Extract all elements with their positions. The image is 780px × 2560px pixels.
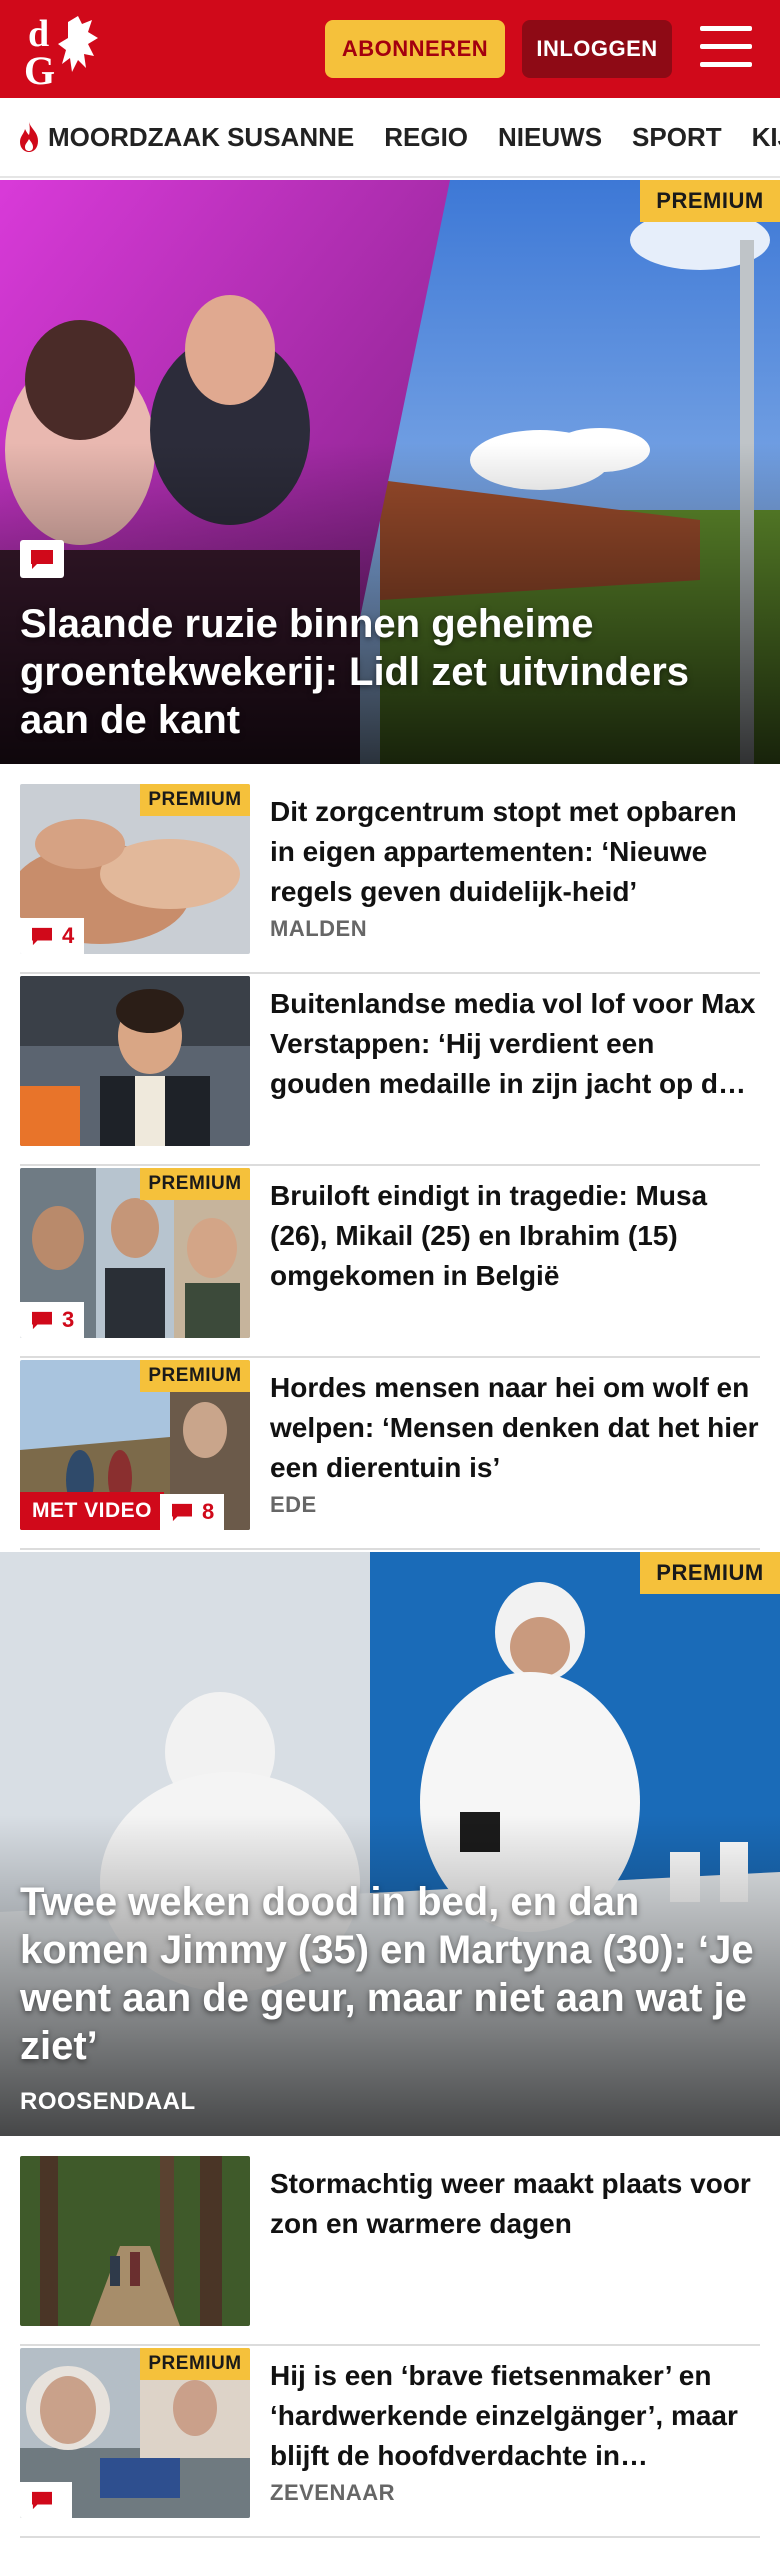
- list-item[interactable]: PREMIUM 4 Dit zorgcentrum stopt met opba…: [20, 784, 760, 974]
- nav-label: MOORDZAAK SUSANNE: [48, 121, 355, 152]
- comment-count-badge[interactable]: 4: [20, 918, 85, 954]
- article-thumbnail: PREMIUM MET VIDEO 8: [20, 1360, 250, 1530]
- dg-logo[interactable]: d G: [22, 10, 112, 93]
- nav-item-kijk[interactable]: KIJK: [752, 122, 780, 153]
- list-item[interactable]: PREMIUM Hij is een ‘brave fietsenmaker’ …: [20, 2348, 760, 2538]
- flame-icon: [20, 122, 38, 152]
- hero-title[interactable]: Slaande ruzie binnen geheime groentekwek…: [20, 600, 760, 744]
- premium-badge: PREMIUM: [640, 1552, 780, 1594]
- article-thumbnail: PREMIUM 4: [20, 784, 250, 954]
- comment-icon: [32, 927, 52, 946]
- premium-badge: PREMIUM: [140, 784, 250, 816]
- article-title[interactable]: Buitenlandse media vol lof voor Max Vers…: [270, 984, 760, 1104]
- nav-item-sport[interactable]: SPORT: [632, 122, 722, 153]
- section-nav: MOORDZAAK SUSANNE REGIO NIEUWS SPORT KIJ…: [0, 98, 780, 178]
- comment-icon: [172, 1503, 192, 1522]
- comment-icon-badge[interactable]: [20, 2482, 72, 2518]
- article-thumbnail: PREMIUM: [20, 2348, 250, 2518]
- comment-icon: [32, 1311, 52, 1330]
- premium-badge: PREMIUM: [140, 1360, 250, 1392]
- article-location: ROOSENDAAL: [20, 2088, 196, 2115]
- comment-count: 8: [202, 1499, 215, 1524]
- nav-item-nieuws[interactable]: NIEUWS: [498, 122, 602, 153]
- comment-count-badge[interactable]: 3: [20, 1302, 85, 1338]
- menu-icon[interactable]: [700, 26, 752, 70]
- article-title[interactable]: Hordes mensen naar hei om wolf en welpen…: [270, 1368, 760, 1488]
- premium-badge: PREMIUM: [640, 180, 780, 222]
- hero-article-2[interactable]: PREMIUM Twee weken dood in bed, en dan k…: [0, 1552, 780, 2136]
- list-item[interactable]: PREMIUM 3 Bruiloft eindigt in tragedie: …: [20, 1168, 760, 1358]
- login-button[interactable]: INLOGGEN: [522, 20, 672, 78]
- article-location: ZEVENAAR: [270, 2480, 396, 2505]
- comment-count: 3: [62, 1307, 75, 1332]
- hero-article-1[interactable]: PREMIUM Slaande ruzie binnen geheime gro…: [0, 180, 780, 764]
- list-item[interactable]: Buitenlandse media vol lof voor Max Vers…: [20, 976, 760, 1166]
- article-thumbnail: [20, 976, 250, 1146]
- list-item[interactable]: Stormachtig weer maakt plaats voor zon e…: [20, 2156, 760, 2346]
- premium-badge: PREMIUM: [140, 1168, 250, 1200]
- comment-count-badge[interactable]: 8: [160, 1494, 225, 1530]
- comment-icon: [32, 2491, 52, 2510]
- list-item[interactable]: PREMIUM MET VIDEO 8 Hordes mensen naar h…: [20, 1360, 760, 1550]
- nav-item-moordzaak-susanne[interactable]: MOORDZAAK SUSANNE: [16, 121, 354, 153]
- article-title[interactable]: Hij is een ‘brave fietsenmaker’ en ‘hard…: [270, 2356, 760, 2476]
- premium-badge: PREMIUM: [140, 2348, 250, 2380]
- nav-item-regio[interactable]: REGIO: [384, 122, 468, 153]
- comment-icon[interactable]: [20, 540, 64, 578]
- article-title[interactable]: Bruiloft eindigt in tragedie: Musa (26),…: [270, 1176, 760, 1296]
- comment-count: 4: [62, 923, 75, 948]
- top-header: d G ABONNEREN INLOGGEN: [0, 0, 780, 98]
- svg-text:G: G: [24, 48, 55, 90]
- article-title[interactable]: Stormachtig weer maakt plaats voor zon e…: [270, 2164, 760, 2244]
- article-location: EDE: [270, 1492, 317, 1517]
- subscribe-button[interactable]: ABONNEREN: [325, 20, 505, 78]
- video-badge[interactable]: MET VIDEO: [20, 1492, 165, 1530]
- hero-title[interactable]: Twee weken dood in bed, en dan komen Jim…: [20, 1878, 760, 2070]
- article-thumbnail: PREMIUM 3: [20, 1168, 250, 1338]
- article-thumbnail: [20, 2156, 250, 2326]
- article-title[interactable]: Dit zorgcentrum stopt met opbaren in eig…: [270, 792, 760, 912]
- article-location: MALDEN: [270, 916, 368, 941]
